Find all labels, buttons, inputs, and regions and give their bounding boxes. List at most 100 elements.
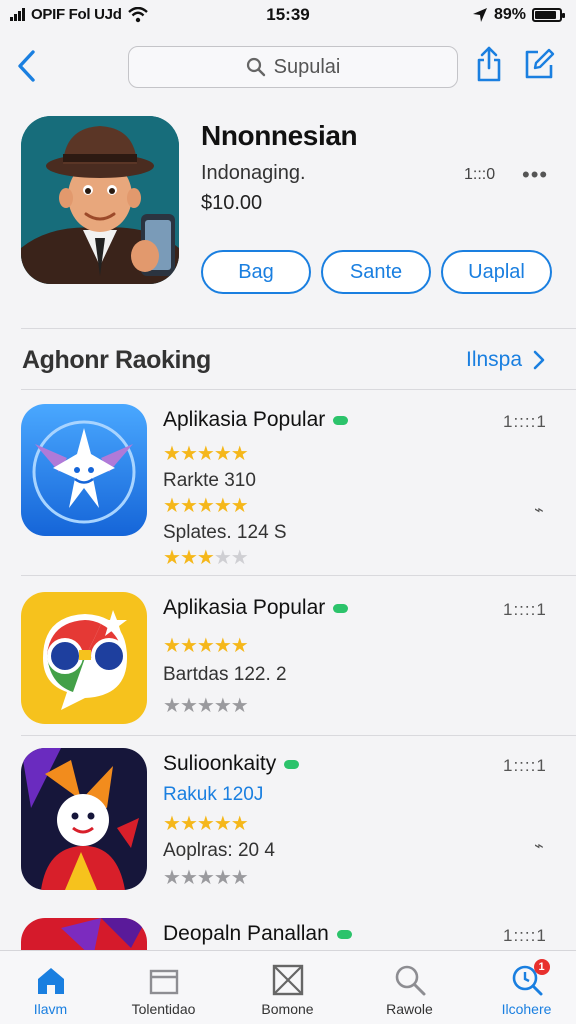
star-icon: ★ [179,813,198,835]
star-icon: ★ [230,547,249,569]
back-button[interactable] [14,48,40,84]
search-icon [246,57,265,77]
star-icon: ★ [163,695,181,717]
star-icon: ★ [163,547,181,569]
tab-label: Bomone [261,1001,314,1017]
battery-fill [535,11,556,19]
list-item[interactable]: Aplikasia Popular 1::::1 ★★★★★ Rarkte 31… [0,404,576,568]
row-detail: Rakuk 120J [163,784,264,805]
star-icon: ★ [213,547,232,569]
chevron-left-icon [18,50,35,82]
row-detail: Splates. 124 S [163,522,287,543]
star-rating: ★★★★★ [163,547,249,569]
share-button[interactable] [474,44,504,84]
star-icon: ★ [179,867,198,889]
search-icon [393,963,427,997]
notification-badge: 1 [533,959,550,975]
star-icon: ★ [213,813,232,835]
star-rating: ★★★★★ [163,443,249,465]
app-meta: 1:::0 [464,166,496,183]
star-icon: ★ [196,695,215,717]
tab-games[interactable]: Bomone [230,951,345,1024]
app-name-text: Aplikasia Popular [163,596,326,619]
star-icon: ★ [230,867,249,889]
star-icon: ★ [213,443,232,465]
star-icon: ★ [179,443,198,465]
tab-label: Ilavm [33,1001,68,1017]
row-number: 1::::1 [503,926,547,945]
star-icon: ★ [230,495,249,517]
list-item[interactable]: Sulioonkaity 1::::1 Rakuk 120J ★★★★★ Aop… [0,748,576,898]
search-input[interactable]: Supulai [128,46,458,88]
star-icon: ★ [163,443,181,465]
box-icon [147,963,181,997]
star-rating: ★★★★★ [163,695,249,717]
star-icon: ★ [179,635,198,657]
app-icon [21,748,147,890]
app-name: Aplikasia Popular [163,408,349,432]
status-dot [284,759,300,769]
star-icon: ★ [163,867,181,889]
compose-button[interactable] [522,44,556,84]
list-item[interactable]: Aplikasia Popular 1::::1 ★★★★★ Bartdas 1… [0,592,576,742]
star-icon: ★ [213,867,232,889]
star-icon: ★ [179,495,198,517]
star-icon: ★ [230,443,249,465]
star-icon: ★ [179,547,198,569]
app-name: Aplikasia Popular [163,596,349,620]
battery-icon [532,8,565,22]
tab-label: Ilcohere [501,1001,552,1017]
character-portrait [21,116,179,284]
compose-icon [525,48,555,79]
tab-label: Tolentidao [131,1001,196,1017]
crossed-box-icon [271,963,305,997]
chat-app-icon [21,592,147,724]
cloud-download-icon[interactable]: ⌁ [534,500,544,520]
divider [21,328,576,329]
star-rating: ★★★★★ [163,635,249,657]
app-icon [21,116,179,284]
app-name-text: Aplikasia Popular [163,408,326,431]
star-icon: ★ [163,635,181,657]
app-name-text: Deopaln Panallan [163,922,329,945]
list-item[interactable]: Deopaln Panallan 1::::1 [0,918,576,950]
app-price: $10.00 [201,192,263,214]
battery-percent: 89% [493,6,526,23]
search-placeholder: Supulai [273,55,341,78]
tab-label: Rawole [386,1001,433,1017]
sante-button[interactable]: Sante [321,250,431,294]
tab-search[interactable]: Rawole [352,951,467,1024]
search-badge-icon: 1 [510,959,550,997]
see-all-label: Ilnspa [466,348,523,371]
app-name-text: Sulioonkaity [163,752,277,775]
tab-bar: Ilavm Tolentidao Bomone Rawole 1 Ilcoher… [0,950,576,1024]
smiley-app-icon [21,404,147,536]
star-icon: ★ [196,635,215,657]
more-button[interactable]: ••• [522,162,548,188]
tab-home[interactable]: Ilavm [0,951,108,1024]
bag-button[interactable]: Bag [201,250,311,294]
star-icon: ★ [196,813,215,835]
home-icon [34,963,68,997]
see-all-link[interactable]: Ilnspa [466,348,546,372]
star-icon: ★ [196,495,215,517]
tab-today[interactable]: Tolentidao [106,951,221,1024]
star-rating: ★★★★★ [163,813,249,835]
cloud-download-icon[interactable]: ⌁ [534,836,544,856]
star-icon: ★ [213,695,232,717]
tab-updates[interactable]: 1 Ilcohere [469,951,576,1024]
star-icon: ★ [213,635,232,657]
star-icon: ★ [196,547,215,569]
status-bar: OPIF Fol UJd 15:39 89% [0,0,576,30]
star-icon: ★ [196,867,215,889]
uaplal-button[interactable]: Uaplal [441,250,552,294]
star-rating: ★★★★★ [163,495,249,517]
app-icon [21,592,147,724]
row-detail: Aoplras: 20 4 [163,840,275,861]
divider [21,575,576,576]
app-name: Deopaln Panallan [163,922,352,946]
app-subtitle: Indonaging. [201,162,306,184]
row-detail: Bartdas 122. 2 [163,664,287,685]
star-icon: ★ [230,695,249,717]
section-title: Aghonr Raoking [22,346,211,374]
